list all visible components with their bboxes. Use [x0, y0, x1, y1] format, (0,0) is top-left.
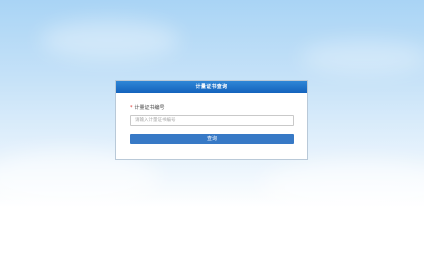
required-mark: * [130, 105, 133, 111]
certificate-number-label: * 计量证书编号 [130, 105, 294, 112]
query-button[interactable]: 查询 [130, 134, 294, 144]
query-form: *计量证书编号 查询 [116, 93, 307, 144]
panel-title: 计量证书查询 [116, 81, 307, 93]
certificate-number-label-text: 计量证书编号 [134, 105, 165, 111]
certificate-query-panel: 计量证书查询 *计量证书编号 查询 [115, 80, 308, 160]
cloud-decoration [40, 20, 180, 60]
cloud-decoration [260, 160, 424, 215]
certificate-number-input[interactable] [130, 115, 294, 126]
cloud-decoration [300, 40, 424, 75]
page-background: 计量证书查询 *计量证书编号 查询 [0, 0, 424, 266]
